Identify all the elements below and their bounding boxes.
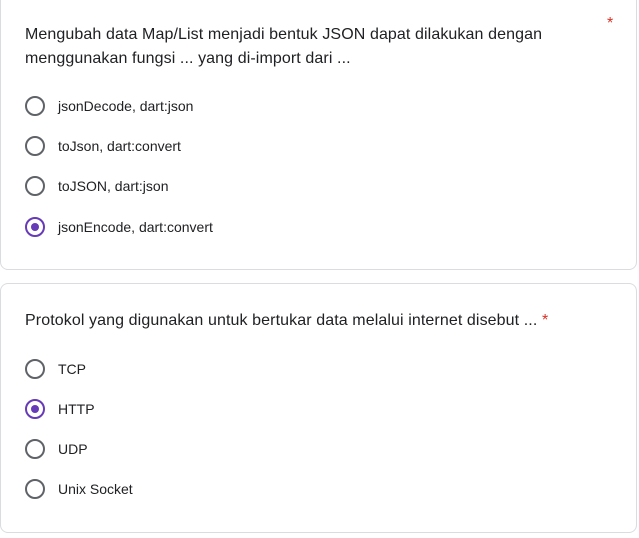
radio-button[interactable]: [25, 479, 45, 499]
required-asterisk: *: [607, 15, 614, 32]
radio-button[interactable]: [25, 136, 45, 156]
option-label: toJson, dart:convert: [58, 138, 181, 154]
radio-option-selected[interactable]: jsonEncode, dart:convert: [25, 215, 213, 239]
radio-option[interactable]: UDP: [25, 437, 88, 461]
radio-button[interactable]: [25, 176, 45, 196]
question-card-1: Mengubah data Map/List menjadi bentuk JS…: [0, 0, 637, 270]
question-line-1: Mengubah data Map/List menjadi bentuk JS…: [25, 26, 543, 43]
radio-option[interactable]: Unix Socket: [25, 477, 133, 501]
question-line-2: menggunakan fungsi ... yang di-import da…: [25, 50, 351, 67]
radio-option[interactable]: jsonDecode, dart:json: [25, 94, 193, 118]
option-label: HTTP: [58, 401, 95, 417]
radio-option[interactable]: toJson, dart:convert: [25, 134, 181, 158]
radio-option[interactable]: TCP: [25, 357, 86, 381]
radio-button-checked[interactable]: [25, 399, 45, 419]
option-label: UDP: [58, 441, 88, 457]
radio-button[interactable]: [25, 439, 45, 459]
option-label: jsonEncode, dart:convert: [58, 219, 213, 235]
question-card-2: Protokol yang digunakan untuk bertukar d…: [0, 283, 637, 533]
radio-option-selected[interactable]: HTTP: [25, 397, 95, 421]
question-title: Protokol yang digunakan untuk bertukar d…: [25, 309, 548, 333]
option-label: TCP: [58, 361, 86, 377]
radio-button[interactable]: [25, 359, 45, 379]
option-label: jsonDecode, dart:json: [58, 98, 194, 114]
required-asterisk: *: [541, 312, 549, 329]
option-label: toJSON, dart:json: [58, 178, 169, 194]
question-title: Mengubah data Map/List menjadi bentuk JS…: [25, 23, 542, 71]
radio-button[interactable]: [25, 96, 45, 116]
option-label: Unix Socket: [58, 481, 133, 497]
radio-button-checked[interactable]: [25, 217, 45, 237]
question-line-1: Protokol yang digunakan untuk bertukar d…: [25, 312, 538, 329]
radio-option[interactable]: toJSON, dart:json: [25, 174, 169, 198]
